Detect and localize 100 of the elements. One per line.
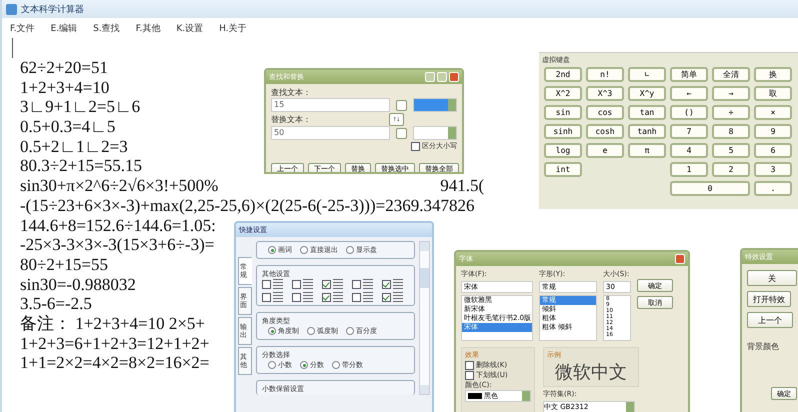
key-button[interactable]: cos [586,105,624,120]
expression-line: 0.5+2∟1∟2=3 [20,136,128,156]
expression-line: 62÷2+20=51 [20,58,108,78]
key-button[interactable]: log [544,143,582,158]
checkbox[interactable] [465,370,474,380]
window-title: 文本科学计算器 [21,4,84,16]
checkbox[interactable] [322,280,331,288]
key-button[interactable]: cosh [586,124,624,139]
key-button[interactable]: 简单 [670,67,708,82]
key-button[interactable]: e [586,143,624,158]
input-field[interactable]: 15 [271,98,390,112]
key-button[interactable]: tan [628,105,666,120]
checkbox[interactable] [411,142,420,150]
key-button[interactable]: 9 [754,124,792,139]
expression-line: 备注： 1+2+3+4=10 2×5+ [20,314,206,334]
key-button[interactable]: sinh [544,124,582,139]
key-button[interactable]: 2nd [544,67,582,82]
key-button[interactable]: 取 [754,86,792,101]
key-button[interactable]: () [670,105,708,120]
expression-line: 0.5+0.3=4∟5 [20,117,116,137]
radio-button[interactable] [300,361,308,369]
key-button[interactable]: ÷ [712,105,750,120]
checkbox[interactable] [382,292,391,302]
key-button[interactable]: 8 [712,124,750,139]
checkbox[interactable] [352,280,361,288]
color-dropdown[interactable] [413,126,457,140]
radio-button[interactable] [307,327,315,335]
radio-button[interactable] [268,327,276,335]
key-button[interactable]: tanh [628,124,666,139]
key-button[interactable]: ← [670,86,708,101]
expression-line: 80÷2+15=55 [20,254,108,275]
result-text: 941.5( [440,176,484,196]
key-button[interactable]: × [754,105,792,120]
menu-item[interactable]: E.编辑 [50,22,78,38]
key-button[interactable]: int [544,162,582,177]
checkbox[interactable] [262,292,271,302]
key-button[interactable]: X^y [628,86,666,101]
dialog-button[interactable]: 上一个 [747,312,793,328]
key-button[interactable]: 换 [754,67,792,82]
field-label: 查找文本： [271,87,312,98]
key-button[interactable]: 6 [754,143,792,158]
key-button[interactable]: 3 [754,162,792,177]
close-button[interactable] [675,254,685,264]
radio-button[interactable] [346,246,354,254]
color-dropdown[interactable] [413,98,457,112]
key-button[interactable]: 7 [670,124,708,139]
field-label: 替换文本： [271,114,311,124]
key-button[interactable]: π [628,143,666,158]
menu-item[interactable]: H.关于 [219,22,247,38]
clear-button[interactable] [396,100,407,110]
dialog-button[interactable]: 打开特效 [747,291,791,307]
input-field[interactable]: 50 [271,126,390,140]
key-button[interactable]: sin [544,105,582,120]
checkbox[interactable] [292,280,301,288]
expression-line: 1+2+3=6+1+2+3=12+1+2+ [20,334,210,354]
checkbox[interactable] [292,292,301,302]
checkbox[interactable] [465,360,474,370]
dialog-button[interactable]: 关 [747,270,797,286]
menu-item[interactable]: S.查找 [93,22,120,38]
key-button[interactable]: 全清 [712,67,750,82]
app-icon [6,4,17,14]
key-button[interactable]: . [754,181,792,196]
radio-button[interactable] [268,361,276,369]
expression-line: 80.3÷2+15=55.15 [20,156,142,176]
key-button[interactable]: 2 [712,162,750,177]
expression-line: 3.5-6=-2.5 [20,294,92,314]
text-cursor [12,38,13,58]
radio-button[interactable] [332,361,340,369]
key-button[interactable]: ∟ [628,67,666,82]
radio-button[interactable] [268,246,276,254]
menu-item[interactable]: K.设置 [176,22,204,38]
menu-item[interactable]: F.其他 [136,22,160,38]
key-button[interactable]: 1 [670,162,708,177]
key-button[interactable]: 5 [712,143,750,158]
radio-button[interactable] [346,327,354,335]
key-button[interactable]: 0 [670,181,750,196]
clear-button[interactable] [396,128,407,138]
expression-line: 1+1=2×2=4×2=8×2=16×2= [20,353,210,373]
key-button[interactable]: → [712,86,750,101]
expression-line: sin30=-0.988032 [20,274,136,294]
key-button[interactable]: 4 [670,143,708,158]
menu-item[interactable]: F.文件 [10,22,35,38]
checkbox[interactable] [322,292,331,302]
key-button[interactable]: X^2 [544,86,582,101]
key-button[interactable]: n! [586,67,624,82]
sample-text: 微软中文 [554,361,628,384]
expression-line: -25×3-3×3×-3(15×3+6÷-3)= [20,235,214,255]
expression-line: 1+2+3+4=10 [20,78,110,98]
expression-line: 3∟9+1∟2=5∟6 [20,97,140,118]
expression-line: sin30+π×2^6÷2√6×3!+500% [20,176,218,196]
expression-line: 144.6+8=152.6÷144.6=1.05: [20,216,216,236]
checkbox[interactable] [382,280,391,288]
expression-line: -(15÷23+6×3×-3)+max(2,25-25,6)×(2(25-6(-25-3)))=2369.347826 [20,196,474,216]
close-button[interactable] [449,72,459,82]
checkbox[interactable] [262,280,271,288]
key-button[interactable]: X^3 [586,86,624,101]
radio-button[interactable] [300,246,308,254]
checkbox[interactable] [352,292,361,302]
scrollbar[interactable] [419,241,430,395]
field-label: 背景颜色 [747,341,779,352]
